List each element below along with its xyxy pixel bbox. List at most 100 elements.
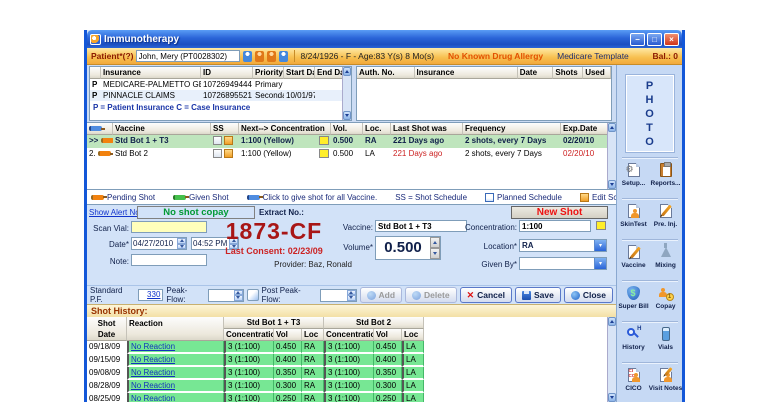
ns-location-value: RA: [522, 241, 534, 250]
col-vaccine[interactable]: Vaccine: [113, 123, 211, 135]
patient-refresh-icon[interactable]: [242, 50, 252, 62]
history-row[interactable]: 09/15/09 No Reaction 3 (1:100) 0.400 RA …: [87, 354, 616, 367]
reaction-link[interactable]: No Reaction: [131, 355, 175, 364]
shot-history-title: Shot History:: [87, 304, 616, 317]
schedule-icon[interactable]: [213, 136, 222, 145]
col-exp-date[interactable]: Exp.Date: [561, 123, 607, 135]
col-reaction[interactable]: Reaction: [127, 317, 224, 341]
history-row[interactable]: 09/18/09 No Reaction 3 (1:100) 0.450 RA …: [87, 341, 616, 354]
col-frequency[interactable]: Frequency: [463, 123, 561, 135]
date-spinner[interactable]: 04/27/2010: [131, 237, 187, 250]
photo-placeholder[interactable]: PHOTO: [624, 74, 675, 153]
setup-button[interactable]: ⚙ Setup...: [618, 160, 650, 197]
skintest-button[interactable]: SkinTest: [618, 201, 650, 238]
scroll-down-icon[interactable]: [343, 111, 351, 120]
col-vol[interactable]: Vol.: [331, 123, 363, 135]
col-auth-insurance[interactable]: Insurance: [414, 67, 518, 79]
col-auth-used[interactable]: Used: [583, 67, 611, 79]
vaccine-scrollbar[interactable]: [607, 123, 616, 189]
ns-concentration-field[interactable]: [519, 220, 591, 232]
patient-demographics: 8/24/1926 - F - Age:83 Y(s) 8 Mo(s): [300, 51, 435, 61]
minimize-button[interactable]: −: [630, 32, 645, 46]
add-button: Add: [359, 287, 403, 303]
scroll-up-icon[interactable]: [608, 317, 616, 326]
scroll-down-icon[interactable]: [608, 393, 616, 402]
insurance-scrollbar[interactable]: [342, 67, 351, 120]
col-id[interactable]: ID: [201, 67, 253, 79]
patient-info-icon[interactable]: [278, 50, 288, 62]
patient-input[interactable]: [135, 50, 240, 62]
vaccine-row-selected[interactable]: >> Std Bot 1 + T3 1:100 (Yellow) 0.500 R…: [87, 135, 616, 148]
insurance-row[interactable]: P PINNACLE CLAIMS 10726895521 Secondar 1…: [90, 90, 351, 101]
scan-vial-label: Scan Vial:: [93, 224, 129, 233]
reaction-link[interactable]: No Reaction: [131, 368, 175, 377]
history-scrollbar[interactable]: [607, 317, 616, 402]
patient-label[interactable]: Patient*(?): [91, 51, 134, 61]
reaction-link[interactable]: No Reaction: [131, 342, 175, 351]
maximize-button[interactable]: □: [647, 32, 662, 46]
standard-pf-label: Standard P.F.: [90, 286, 123, 304]
ns-vaccine-field[interactable]: [375, 220, 467, 232]
divider: [621, 198, 678, 200]
col-ss[interactable]: SS: [211, 123, 239, 135]
ns-volume-spinner[interactable]: 0.500: [375, 236, 441, 260]
shot-history-table: Shot Date Reaction Std Bot 1 + T3 Concent…: [87, 317, 616, 402]
super-bill-button[interactable]: $ Super Bill: [618, 283, 650, 320]
scroll-up-icon[interactable]: [343, 67, 351, 76]
col-priority[interactable]: Priority: [253, 67, 284, 79]
close-button[interactable]: ×: [664, 32, 679, 46]
close-form-button[interactable]: Close: [563, 287, 613, 303]
col-end-date[interactable]: End Date: [315, 67, 344, 79]
col-insurance[interactable]: Insurance: [101, 67, 201, 79]
given-shot-icon: [173, 194, 190, 200]
col-auth-shots[interactable]: Shots: [553, 67, 584, 79]
col-last-shot[interactable]: Last Shot was: [391, 123, 463, 135]
col-concentration[interactable]: Next--> Concentration: [239, 123, 331, 135]
col-auth-no[interactable]: Auth. No.: [357, 67, 415, 79]
vaccine-notes-icon: [625, 244, 643, 261]
copay-button[interactable]: 1 Copay: [650, 283, 682, 320]
insurance-row[interactable]: P MEDICARE-PALMETTO GBA 10726949444 Prim…: [90, 79, 351, 90]
col-auth-date[interactable]: Date: [517, 67, 554, 79]
ns-given-by-dropdown[interactable]: ▾: [519, 257, 607, 270]
history-row[interactable]: 09/08/09 No Reaction 3 (1:100) 0.350 RA …: [87, 367, 616, 380]
setup-gear-icon: ⚙: [625, 162, 643, 179]
reaction-link[interactable]: No Reaction: [131, 394, 175, 402]
scan-vial-input[interactable]: [131, 221, 207, 233]
reports-button[interactable]: Reports...: [650, 160, 682, 197]
edit-schedule-icon[interactable]: [224, 149, 233, 158]
history-row[interactable]: 08/28/09 No Reaction 3 (1:100) 0.300 RA …: [87, 380, 616, 393]
patient-chart-icon[interactable]: [254, 50, 264, 62]
cancel-button[interactable]: ✕ Cancel: [459, 287, 512, 303]
save-button[interactable]: Save: [514, 287, 561, 303]
mixing-button[interactable]: Mixing: [650, 242, 682, 279]
history-button[interactable]: H History: [618, 324, 650, 361]
vaccine-row[interactable]: 2. Std Bot 2 1:100 (Yellow) 0.500 LA 221…: [87, 148, 616, 161]
patient-family-icon[interactable]: [266, 50, 276, 62]
col-loc[interactable]: Loc.: [363, 123, 391, 135]
ns-volume-value: 0.500: [384, 239, 422, 256]
visit-notes-button[interactable]: Visit Notes: [649, 365, 682, 402]
peak-flow-chart-icon[interactable]: [246, 289, 259, 301]
vials-button[interactable]: Vials: [650, 324, 682, 361]
note-input[interactable]: [131, 254, 207, 266]
ns-location-dropdown[interactable]: RA ▾: [519, 239, 607, 252]
edit-schedule-icon[interactable]: [224, 136, 233, 145]
standard-pf-value[interactable]: 330: [138, 289, 164, 301]
post-peak-flow-spinner[interactable]: [320, 288, 357, 302]
cico-button[interactable]: CI CO CICO: [618, 365, 650, 402]
vials-vial-icon: [657, 326, 675, 343]
app-icon: [90, 33, 101, 45]
pre-injection-button[interactable]: Pre. Inj.: [650, 201, 682, 238]
scroll-down-icon[interactable]: [608, 180, 616, 189]
scroll-up-icon[interactable]: [608, 123, 616, 132]
reaction-link[interactable]: No Reaction: [131, 381, 175, 390]
pending-syringe-icon: [97, 151, 113, 156]
history-row[interactable]: 08/25/09 No Reaction 3 (1:100) 0.250 RA …: [87, 393, 616, 402]
vaccine-button[interactable]: Vaccine: [618, 242, 650, 279]
schedule-icon[interactable]: [213, 149, 222, 158]
col-start-date[interactable]: Start Date: [284, 67, 315, 79]
peak-flow-spinner[interactable]: [207, 288, 244, 302]
pending-syringe-icon: [100, 138, 113, 143]
title-bar: Immunotherapy − □ ×: [87, 30, 682, 48]
